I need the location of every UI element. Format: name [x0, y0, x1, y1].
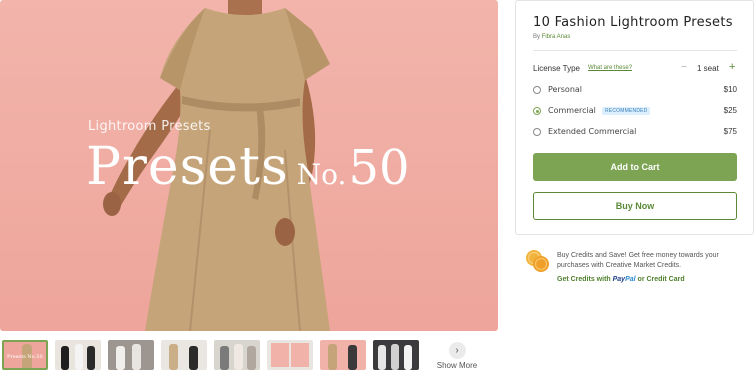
- license-option-name: Extended Commercial: [548, 127, 637, 136]
- chevron-right-icon: ›: [448, 342, 466, 359]
- purchase-card: 10 Fashion Lightroom Presets By Fibra An…: [515, 0, 754, 235]
- license-option-personal[interactable]: Personal $10: [533, 85, 737, 97]
- radio-button[interactable]: [533, 86, 541, 94]
- thumbnail-6[interactable]: [267, 340, 313, 370]
- buy-now-button[interactable]: Buy Now: [533, 192, 737, 220]
- credits-promo-text: Buy Credits and Save! Get free money tow…: [557, 252, 719, 269]
- hero-title-main: Presets: [86, 137, 289, 197]
- hero-title: Presets No.50: [86, 141, 410, 193]
- coins-icon: [526, 250, 549, 272]
- divider: [533, 50, 737, 51]
- hero-subtitle: Lightroom Presets: [88, 119, 211, 134]
- license-option-name: Personal: [548, 85, 583, 94]
- seat-decrement-button[interactable]: −: [681, 62, 687, 73]
- get-credits-prefix: Get Credits with: [557, 276, 613, 283]
- hero-title-number: 50: [348, 140, 410, 196]
- product-hero-image[interactable]: Lightroom Presets Presets No.50: [0, 0, 498, 331]
- thumbnail-strip: Presets No.50: [2, 340, 502, 372]
- license-type-row: License Type What are these? − 1 seat +: [533, 61, 737, 76]
- thumbnail-4[interactable]: [161, 340, 207, 370]
- thumbnail-2[interactable]: [55, 340, 101, 370]
- license-option-price: $10: [723, 85, 737, 94]
- paypal-logo-pay: Pay: [612, 276, 626, 283]
- radio-button-selected[interactable]: [533, 107, 541, 115]
- thumbnail-3[interactable]: [108, 340, 154, 370]
- radio-button[interactable]: [533, 128, 541, 136]
- license-option-extended-commercial[interactable]: Extended Commercial $75: [533, 127, 737, 139]
- license-option-commercial[interactable]: Commercial RECOMMENDED $25: [533, 106, 737, 118]
- thumbnail-8[interactable]: [373, 340, 419, 370]
- thumbnail-caption: Presets No.50: [7, 354, 43, 360]
- add-to-cart-button[interactable]: Add to Cart: [533, 153, 737, 181]
- product-title: 10 Fashion Lightroom Presets: [533, 15, 733, 30]
- license-help-link[interactable]: What are these?: [588, 65, 632, 71]
- license-option-name: Commercial: [548, 106, 596, 115]
- hero-title-no: No.: [296, 158, 347, 191]
- paypal-logo-pal: Pal: [625, 276, 636, 283]
- thumbnail-7[interactable]: [320, 340, 366, 370]
- byline-prefix: By: [533, 34, 542, 40]
- recommended-badge: RECOMMENDED: [602, 107, 651, 115]
- license-option-price: $75: [723, 127, 737, 136]
- show-more-button[interactable]: › Show More: [436, 342, 478, 370]
- product-byline: By Fibra Anas: [533, 34, 570, 40]
- license-option-price: $25: [723, 106, 737, 115]
- get-credits-suffix: or Credit Card: [635, 276, 685, 283]
- thumbnail-5[interactable]: [214, 340, 260, 370]
- thumbnail-1[interactable]: Presets No.50: [2, 340, 48, 370]
- get-credits-link[interactable]: Get Credits with PayPal or Credit Card: [557, 276, 685, 283]
- license-type-label: License Type: [533, 64, 580, 73]
- seat-count: 1 seat: [697, 64, 719, 73]
- show-more-label: Show More: [436, 361, 478, 370]
- author-link[interactable]: Fibra Anas: [542, 34, 571, 40]
- seat-increment-button[interactable]: +: [729, 61, 735, 73]
